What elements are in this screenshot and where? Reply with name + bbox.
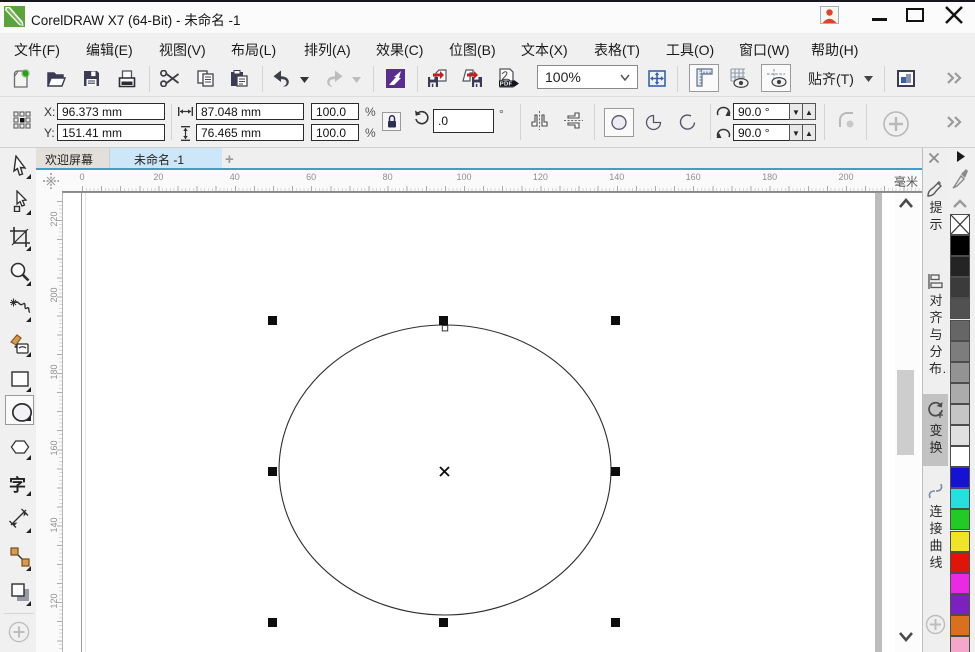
svg-text:PDF: PDF bbox=[500, 82, 513, 88]
